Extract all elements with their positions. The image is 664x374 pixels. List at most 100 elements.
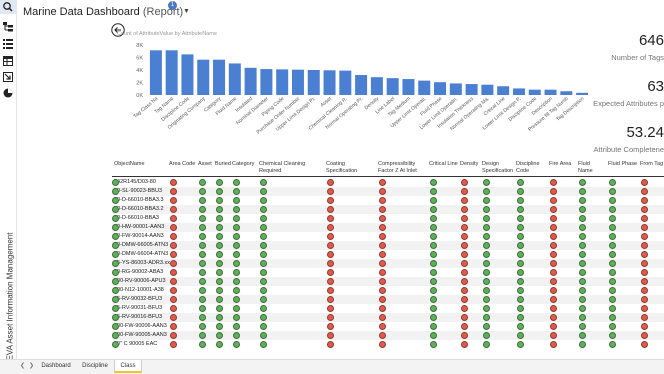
column-header[interactable]: Chemical Cleaning Required [259, 161, 323, 175]
bar[interactable] [434, 82, 447, 95]
bar[interactable] [181, 54, 194, 95]
status-missing-dot [379, 313, 386, 321]
bar[interactable] [402, 79, 415, 95]
bar[interactable] [339, 70, 352, 95]
status-missing-dot [461, 223, 468, 231]
list-icon[interactable] [3, 36, 13, 49]
status-ok-dot [112, 214, 119, 222]
bar[interactable] [149, 50, 162, 95]
table-row[interactable]: 10" C 90005 EAC [112, 340, 664, 349]
bar[interactable] [244, 67, 257, 95]
column-header[interactable]: Fluid Phase [608, 161, 638, 168]
bar[interactable] [512, 88, 525, 95]
bar[interactable] [260, 69, 273, 95]
bar[interactable] [213, 59, 226, 95]
status-missing-dot [550, 223, 557, 231]
status-ok-dot [430, 241, 437, 249]
column-header[interactable]: Fire Area [549, 161, 577, 168]
status-ok-dot [216, 214, 223, 222]
bar[interactable] [418, 80, 431, 95]
status-ok-dot [216, 259, 223, 267]
bar[interactable] [370, 77, 383, 95]
status-ok-dot [112, 295, 119, 303]
bar[interactable] [197, 59, 210, 95]
tab-next-icon[interactable]: ❯ [29, 362, 34, 369]
table-row[interactable]: 50-D-66010-BBA3 [112, 214, 664, 223]
bar[interactable] [528, 89, 541, 95]
table-row[interactable]: 50-HW-90001-AAN3 [112, 223, 664, 232]
column-header[interactable]: Design Specification [482, 161, 514, 175]
tab-prev-icon[interactable]: ❮ [20, 362, 25, 369]
bar[interactable] [576, 92, 589, 95]
column-header[interactable]: Buried [215, 161, 231, 168]
tab-class[interactable]: Class [114, 360, 142, 373]
column-header[interactable]: Area Code [169, 161, 197, 168]
chevron-down-icon[interactable]: ▼ [183, 8, 190, 15]
column-header[interactable]: From Tag [640, 161, 664, 168]
bar[interactable] [544, 89, 557, 95]
status-missing-dot [641, 205, 648, 213]
column-header[interactable]: Discipline Code [516, 161, 546, 175]
bar[interactable] [276, 69, 289, 95]
tab-dashboard[interactable]: Dashboard [38, 360, 74, 373]
bar[interactable] [323, 70, 336, 95]
column-header[interactable]: Critical Line [429, 161, 459, 168]
table-row[interactable]: 25-YS-86003-ADR3.xx [112, 259, 664, 268]
status-ok-dot [216, 295, 223, 303]
status-missing-dot [379, 331, 386, 339]
bar[interactable] [165, 50, 178, 95]
hierarchy-icon[interactable] [3, 19, 13, 32]
table-row[interactable]: 50-SL-90023-BBU3 [112, 187, 664, 196]
table-row[interactable]: 15-RV-90016-BFU3 [112, 313, 664, 322]
bar[interactable] [481, 84, 494, 95]
bar[interactable] [449, 83, 462, 95]
status-missing-dot [379, 187, 386, 195]
search-icon[interactable] [0, 0, 16, 14]
status-ok-dot [517, 250, 524, 258]
column-header[interactable]: Density [460, 161, 480, 168]
status-missing-dot [461, 277, 468, 285]
tab-discipline[interactable]: Discipline [78, 360, 112, 373]
column-header[interactable]: Compressibility Factor Z At Inlet [378, 161, 426, 175]
status-missing-dot [379, 196, 386, 204]
table-row[interactable]: 50-D-66010-BBA3.3 [112, 196, 664, 205]
table-row[interactable]: 15-RV-90032-BFU3 [112, 295, 664, 304]
column-header[interactable]: Fluid Name [578, 161, 606, 175]
bar[interactable] [228, 63, 241, 95]
bar[interactable] [307, 70, 320, 95]
status-ok-dot [517, 178, 524, 186]
bar[interactable] [386, 78, 399, 95]
status-ok-dot [199, 178, 206, 186]
table-row[interactable]: 50-DMW-66004-ATN3 [112, 250, 664, 259]
page-title[interactable]: Marine Data Dashboard (Report) [23, 6, 183, 18]
status-ok-dot [199, 241, 206, 249]
table-row[interactable]: 100-FW-90006-AAN3 [112, 322, 664, 331]
table-row[interactable]: 200-N12-10001-A38 [112, 286, 664, 295]
pie-icon[interactable] [3, 85, 13, 98]
bar[interactable] [291, 69, 304, 95]
column-header[interactable]: Asset [198, 161, 214, 168]
table-row[interactable]: 20-RG-90002-ABA3 [112, 268, 664, 277]
bar[interactable] [497, 86, 510, 95]
status-missing-dot [461, 259, 468, 267]
table-row[interactable]: 50-DMW-66005-ATN3 [112, 241, 664, 250]
table-row[interactable]: 200-RV-90006-APU3 [112, 277, 664, 286]
table-icon[interactable] [3, 53, 13, 66]
bar[interactable] [560, 91, 573, 95]
bar[interactable] [465, 84, 478, 95]
table-row[interactable]: 542R145/D03-80 [112, 178, 664, 187]
status-ok-dot [112, 223, 119, 231]
table-row[interactable]: 50-FW-90014-AAN3 [112, 232, 664, 241]
status-missing-dot [170, 241, 177, 249]
object-name: 15-RV-90032-BFU3 [114, 296, 163, 302]
column-header[interactable]: Category [232, 161, 258, 168]
column-header[interactable]: ObjectName [114, 161, 164, 168]
table-row[interactable]: 100-FW-90005-AAN3 [112, 331, 664, 340]
table-row[interactable]: 50-D-66010-BBA3.2 [112, 205, 664, 214]
import-icon[interactable] [3, 69, 13, 82]
column-header[interactable]: Coating Specification [326, 161, 376, 175]
chart-title: Count of AttributeValue by AttributeName [117, 31, 217, 37]
object-name: 10" C 90005 EAC [114, 341, 158, 347]
bar[interactable] [355, 75, 368, 95]
table-row[interactable]: 15-RV-90031-BFU3 [112, 304, 664, 313]
